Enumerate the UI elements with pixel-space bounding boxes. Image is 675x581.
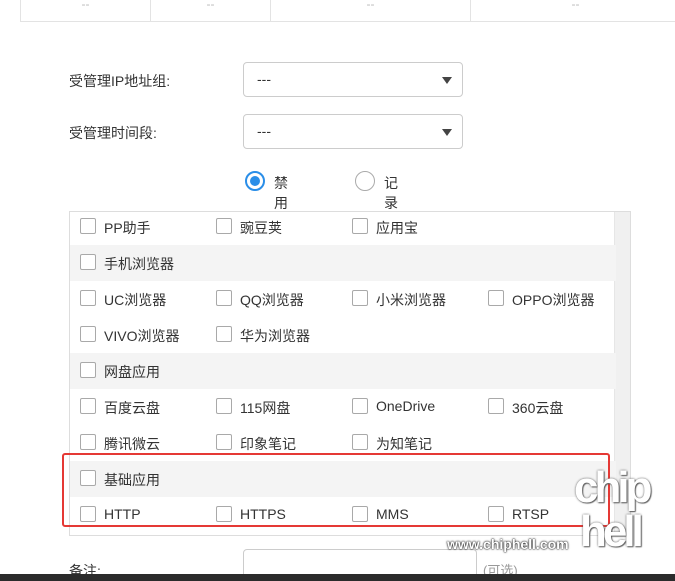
highlight-box (62, 453, 610, 527)
app-row: VIVO浏览器 华为浏览器 (70, 317, 616, 353)
ip-group-label: 受管理IP地址组: (69, 73, 171, 89)
taskbar-strip (0, 574, 675, 581)
checkbox[interactable] (216, 434, 232, 450)
checkbox-label[interactable]: OPPO浏览器 (512, 290, 594, 310)
checkbox-label[interactable]: 为知笔记 (376, 434, 432, 454)
checkbox-label[interactable]: OneDrive (376, 398, 435, 414)
top-table: -- -- -- -- (20, 0, 675, 22)
checkbox[interactable] (80, 398, 96, 414)
radio-record-list[interactable] (355, 171, 375, 191)
checkbox-label[interactable]: 豌豆荚 (240, 218, 282, 238)
time-period-label: 受管理时间段: (69, 125, 157, 141)
checkbox-label[interactable]: 应用宝 (376, 218, 418, 238)
checkbox-label[interactable]: PP助手 (104, 218, 151, 238)
time-period-select[interactable]: --- (243, 114, 463, 149)
time-period-value: --- (257, 123, 271, 139)
checkbox[interactable] (80, 362, 96, 378)
checkbox-label[interactable]: QQ浏览器 (240, 290, 304, 310)
checkbox-label[interactable]: 手机浏览器 (104, 254, 174, 274)
table-cell: -- (21, 0, 151, 22)
caret-down-icon (442, 129, 452, 136)
checkbox[interactable] (352, 434, 368, 450)
checkbox[interactable] (216, 326, 232, 342)
checkbox[interactable] (80, 434, 96, 450)
checkbox[interactable] (352, 290, 368, 306)
checkbox-label[interactable]: 腾讯微云 (104, 434, 160, 454)
table-cell: -- (271, 0, 471, 22)
checkbox[interactable] (80, 326, 96, 342)
checkbox-label[interactable]: 360云盘 (512, 398, 563, 418)
checkbox-label[interactable]: 印象笔记 (240, 434, 296, 454)
app-row: UC浏览器 QQ浏览器 小米浏览器 OPPO浏览器 (70, 281, 616, 317)
checkbox-label[interactable]: 小米浏览器 (376, 290, 446, 310)
checkbox[interactable] (80, 254, 96, 270)
checkbox[interactable] (488, 290, 504, 306)
checkbox-label[interactable]: 百度云盘 (104, 398, 160, 418)
checkbox-label[interactable]: UC浏览器 (104, 290, 166, 310)
checkbox[interactable] (352, 398, 368, 414)
checkbox[interactable] (488, 398, 504, 414)
checkbox-label[interactable]: 网盘应用 (104, 362, 160, 382)
watermark-text: www.chiphell.com (447, 536, 569, 552)
table-cell: -- (151, 0, 271, 22)
logo-text-top: chip (574, 463, 652, 512)
checkbox-label[interactable]: VIVO浏览器 (104, 326, 179, 346)
ip-group-value: --- (257, 71, 271, 87)
group-row: 网盘应用 (70, 353, 616, 389)
checkbox[interactable] (80, 218, 96, 234)
chiphell-logo: chip hell (572, 466, 666, 564)
checkbox-label[interactable]: 华为浏览器 (240, 326, 310, 346)
checkbox[interactable] (352, 218, 368, 234)
logo-text-bottom: hell (580, 507, 644, 556)
radio-block-list[interactable] (245, 171, 265, 191)
app-row: 百度云盘 115网盘 OneDrive 360云盘 (70, 389, 616, 425)
checkbox[interactable] (216, 218, 232, 234)
checkbox[interactable] (216, 290, 232, 306)
checkbox[interactable] (80, 290, 96, 306)
ip-group-select[interactable]: --- (243, 62, 463, 97)
radio-dot-icon (250, 176, 260, 186)
checkbox[interactable] (216, 398, 232, 414)
table-cell: -- (471, 0, 675, 22)
group-row: 手机浏览器 (70, 245, 616, 281)
app-row: PP助手 豌豆荚 应用宝 (70, 212, 616, 245)
checkbox-label[interactable]: 115网盘 (240, 398, 290, 418)
caret-down-icon (442, 77, 452, 84)
